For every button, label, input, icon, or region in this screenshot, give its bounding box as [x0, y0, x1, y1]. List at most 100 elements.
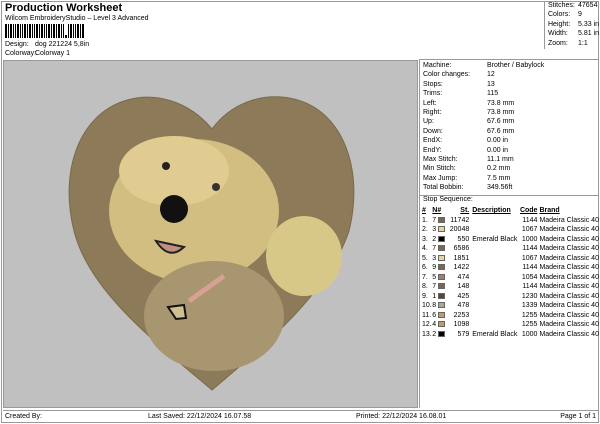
- needle-number: 3: [432, 225, 446, 235]
- thread-description: [469, 253, 519, 263]
- thread-description: [469, 320, 519, 330]
- barcode-bar: [29, 24, 31, 38]
- stitch-count: 6586: [453, 245, 470, 253]
- colorway-field: Colorway:Colorway 1: [5, 50, 70, 57]
- thread-code: 1144: [522, 264, 538, 272]
- info-value: 67.6 mm: [487, 127, 515, 135]
- color-swatch: [438, 302, 446, 309]
- stitch-count: 2253: [453, 311, 470, 319]
- machine-info-row: Stops: 13: [420, 81, 599, 90]
- needle-number: 6: [432, 310, 446, 320]
- colorway-value: Colorway 1: [35, 50, 71, 57]
- stop-number: 10.: [422, 302, 432, 310]
- thread-description: [469, 263, 519, 273]
- info-value: Brother / Babylock: [487, 62, 545, 69]
- barcode-bar: [46, 24, 47, 38]
- barcode-bar: [51, 24, 52, 38]
- stop-row: 7. 5 474 1054 Madeira Classic 40: [422, 272, 599, 282]
- info-value: 73.8 mm: [487, 99, 515, 107]
- created-by: Created By:: [5, 413, 42, 420]
- design-stats: Stitches: 47654 Colors: 9 Height: 5.33 in Widt…: [544, 1, 599, 49]
- thread-description: [469, 310, 519, 320]
- column-header: Description: [472, 207, 511, 215]
- stop-row: 13. 2 579 Emerald Black 1000 Madeira Cla…: [422, 329, 599, 339]
- info-label: Stops:: [423, 80, 443, 88]
- thread-description: Emerald Black: [472, 330, 518, 338]
- stop-number: 8.: [422, 283, 428, 291]
- info-label: Total Bobbin:: [423, 184, 464, 192]
- barcode: [5, 24, 131, 38]
- machine-info-row: Color changes: 12: [420, 71, 599, 80]
- stat-value: 5.81 in: [578, 30, 600, 38]
- thread-code: 1255: [521, 311, 538, 319]
- barcode-bar: [15, 24, 16, 38]
- thread-brand: Madeira Classic 40: [539, 264, 599, 272]
- needle-number: 7: [432, 244, 446, 254]
- info-value: 13: [487, 80, 495, 88]
- thread-brand: Madeira Classic 40: [539, 302, 599, 310]
- stop-row: 3. 2 550 Emerald Black 1000 Madeira Clas…: [422, 234, 599, 244]
- stat-label: Height:: [548, 20, 571, 28]
- dog-eye-left: [162, 162, 170, 170]
- stat-row: Width: 5.81 in: [548, 30, 599, 39]
- thread-code: 1067: [521, 254, 538, 262]
- machine-info-row: Trims: 115: [420, 90, 599, 99]
- barcode-bar: [44, 24, 45, 38]
- stop-number: 3.: [422, 235, 428, 243]
- barcode-bar: [20, 24, 21, 38]
- info-value: 0.00 in: [487, 137, 509, 145]
- thread-code: 1255: [521, 321, 538, 329]
- stat-value: 5.33 in: [578, 20, 600, 28]
- barcode-bar: [73, 24, 74, 38]
- info-label: Max Stitch:: [423, 155, 458, 163]
- color-swatch: [438, 226, 446, 233]
- thread-brand: Madeira Classic 40: [539, 235, 599, 243]
- info-value: 67.6 mm: [487, 118, 515, 126]
- info-label: EndY:: [423, 146, 442, 154]
- barcode-bar: [41, 24, 43, 38]
- info-label: Color changes:: [423, 71, 471, 79]
- machine-info-row: Right: 73.8 mm: [420, 109, 599, 118]
- thread-brand: Madeira Classic 40: [539, 330, 599, 338]
- info-label: Down:: [423, 127, 443, 135]
- colorway-label: Colorway:: [5, 50, 37, 57]
- last-saved: Last Saved: 22/12/2024 16.07.58: [148, 413, 252, 420]
- needle-number: 7: [432, 282, 446, 292]
- barcode-bar: [48, 24, 50, 38]
- thread-description: [469, 215, 519, 225]
- stat-row: Stitches: 47654: [548, 2, 599, 11]
- info-value: 349.56ft: [487, 184, 513, 192]
- stop-row: 2. 3 20048 1067 Madeira Classic 40: [422, 225, 599, 235]
- machine-info-row: Total Bobbin: 349.56ft: [420, 184, 599, 193]
- info-label: Trims:: [423, 90, 443, 98]
- thread-brand: Madeira Classic 40: [539, 321, 599, 329]
- stop-number: 11.: [422, 311, 432, 319]
- barcode-bar: [34, 24, 35, 38]
- info-label: Up:: [423, 118, 434, 126]
- info-label: Max Jump:: [423, 174, 458, 182]
- barcode-bar: [32, 24, 33, 38]
- barcode-bar: [61, 24, 62, 38]
- needle-value: 4: [432, 321, 437, 329]
- machine-info-row: EndX: 0.00 in: [420, 137, 599, 146]
- stitch-count: 1098: [453, 321, 470, 329]
- info-label: Machine:: [423, 62, 452, 69]
- thread-brand: Madeira Classic 40: [539, 216, 599, 224]
- barcode-bar: [80, 24, 81, 38]
- info-label: Right:: [423, 108, 442, 116]
- thread-code: 1144: [522, 245, 538, 253]
- software-name: Wilcom EmbroideryStudio – Level 3 Advanc…: [5, 15, 149, 22]
- thread-description: [469, 301, 519, 311]
- barcode-bar: [58, 24, 60, 38]
- machine-info-row: EndY: 0.00 in: [420, 147, 599, 156]
- machine-info-row: Down: 67.6 mm: [420, 128, 599, 137]
- needle-value: 6: [432, 311, 437, 319]
- stop-row: 6. 9 1422 1144 Madeira Classic 40: [422, 263, 599, 273]
- info-label: Left:: [423, 99, 437, 107]
- stop-number: 1.: [422, 216, 428, 224]
- stop-row: 1. 7 11742 1144 Madeira Classic 40: [422, 215, 599, 225]
- footer: Created By: Last Saved: 22/12/2024 16.07…: [3, 410, 598, 422]
- needle-value: 2: [432, 235, 437, 243]
- color-swatch: [438, 283, 446, 290]
- machine-info: Machine: Brother / Babylock Color changes:…: [420, 60, 599, 193]
